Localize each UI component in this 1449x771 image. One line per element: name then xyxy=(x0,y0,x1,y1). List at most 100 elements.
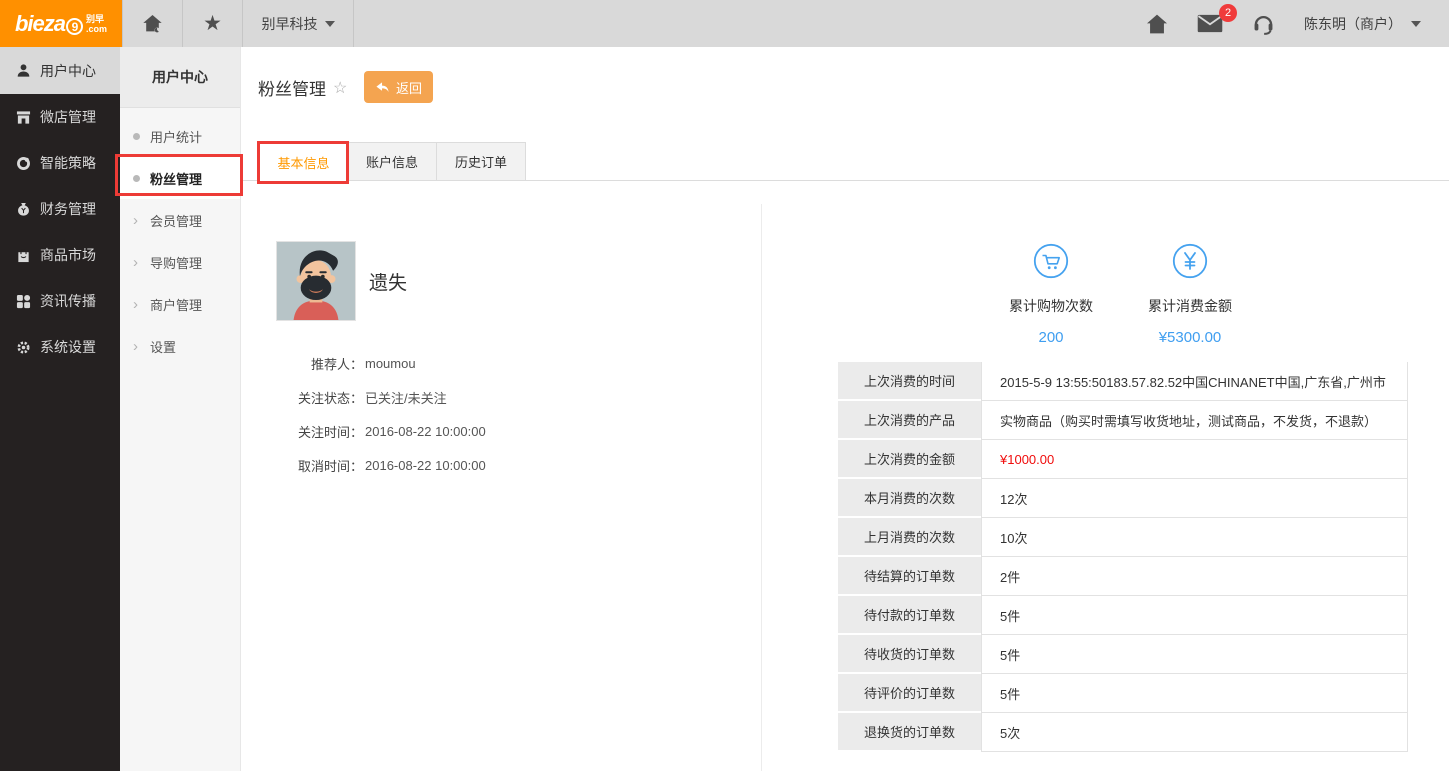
field-value: moumou xyxy=(365,355,416,371)
stat-value: ¥5300.00 xyxy=(1158,329,1222,346)
gear-icon xyxy=(17,341,30,353)
grid-icon xyxy=(16,294,31,308)
fan-fields: 推荐人： moumou 关注状态： 已关注/未关注 关注时间： 2016-08-… xyxy=(241,346,751,482)
table-row-label: 上次消费的时间 xyxy=(838,362,981,401)
user-name: 陈东明（商户） xyxy=(1304,15,1402,32)
submenu-item-fans-management[interactable]: 粉丝管理 xyxy=(120,157,240,199)
submenu-sidebar: 用户中心 用户统计 粉丝管理 › 会员管理 › 导购管理 › 商户管理 › 设置 xyxy=(120,47,241,771)
sidebar-item-label: 微店管理 xyxy=(40,109,96,125)
table-row: 上次消费的金额 ¥1000.00 xyxy=(838,440,1408,479)
messages-button[interactable]: 2 xyxy=(1197,4,1237,33)
chevron-right-icon: › xyxy=(133,295,138,313)
home-icon xyxy=(143,14,162,33)
chevron-right-icon: › xyxy=(133,337,138,355)
stat-total-spent: 累计消费金额 ¥5300.00 xyxy=(1120,243,1260,346)
submenu-item-label: 商户管理 xyxy=(150,297,203,313)
sidebar-item-label: 系统设置 xyxy=(40,339,96,355)
fan-name: 遗失 xyxy=(369,273,408,294)
stat-value: 200 xyxy=(1038,329,1064,346)
submenu-item-settings[interactable]: › 设置 xyxy=(120,325,240,367)
chevron-down-icon xyxy=(324,20,335,27)
tab-order-history[interactable]: 历史订单 xyxy=(437,142,526,181)
table-row: 退换货的订单数 5次 xyxy=(838,713,1408,752)
page-title: 粉丝管理 ☆ xyxy=(258,78,348,100)
favorite-star-icon[interactable]: ☆ xyxy=(333,78,347,98)
field-value: 2016-08-22 10:00:00 xyxy=(365,457,486,473)
bullet-dot-icon xyxy=(133,174,140,182)
yen-icon xyxy=(1172,243,1208,279)
headset-icon xyxy=(1254,16,1273,35)
sidebar-item-goods-market[interactable]: 商品市场 xyxy=(0,232,120,278)
logo-text: bieza xyxy=(14,10,66,36)
sidebar-item-user-center[interactable]: 用户中心 xyxy=(0,47,120,94)
main-sidebar: 用户中心 微店管理 智能策略 财务管理 商品市场 资讯传播 系统设置 xyxy=(0,47,120,771)
table-row: 本月消费的次数 12次 xyxy=(838,479,1408,518)
shopping-bag-icon xyxy=(18,248,29,262)
sidebar-item-label: 商品市场 xyxy=(40,247,96,263)
brand-label: 别早科技 xyxy=(261,15,318,32)
stat-label: 累计购物次数 xyxy=(1009,298,1093,314)
table-row-label: 待评价的订单数 xyxy=(838,674,981,713)
submenu-item-merchant-management[interactable]: › 商户管理 xyxy=(120,283,240,325)
table-row: 待收货的订单数 5件 xyxy=(838,635,1408,674)
sidebar-item-micro-store[interactable]: 微店管理 xyxy=(0,94,120,140)
sidebar-item-system-settings[interactable]: 系统设置 xyxy=(0,324,120,370)
store-icon xyxy=(16,110,31,124)
field-value: 已关注/未关注 xyxy=(365,390,447,406)
divider xyxy=(353,0,354,47)
star-icon: ★ xyxy=(203,12,222,35)
logo-com: .com xyxy=(86,23,108,34)
table-row-label: 待结算的订单数 xyxy=(838,557,981,596)
table-row: 上月消费的次数 10次 xyxy=(838,518,1408,557)
sidebar-item-smart-strategy[interactable]: 智能策略 xyxy=(0,140,120,186)
table-row-value: 5件 xyxy=(981,674,1408,713)
stats-panel: 累计购物次数 200 累计消费金额 ¥5300.00 上次消费的时间 2015-… xyxy=(763,181,1449,771)
stat-total-purchases: 累计购物次数 200 xyxy=(981,243,1121,346)
topbar: bieza 9 别早 .com ★ 别早科技 2 陈东明（商户） xyxy=(0,0,1449,47)
back-button[interactable]: 返回 xyxy=(364,71,433,103)
submenu-item-user-stats[interactable]: 用户统计 xyxy=(120,115,240,157)
table-row-value: 2015-5-9 13:55:50183.57.82.52中国CHINANET中… xyxy=(981,362,1408,401)
table-row-value: ¥1000.00 xyxy=(981,440,1408,479)
favorite-button[interactable]: ★ xyxy=(183,0,242,47)
logo[interactable]: bieza 9 别早 .com xyxy=(0,0,122,47)
table-row-label: 退换货的订单数 xyxy=(838,713,981,752)
tab-basic-info[interactable]: 基本信息 xyxy=(259,142,348,182)
table-row: 待付款的订单数 5件 xyxy=(838,596,1408,635)
field-label: 推荐人： xyxy=(310,356,363,372)
support-button[interactable] xyxy=(1252,12,1275,35)
field-label: 关注状态： xyxy=(297,390,363,406)
tab-bar: 基本信息 账户信息 历史订单 xyxy=(241,142,1449,182)
chevron-down-icon xyxy=(1411,20,1421,27)
logo-9-icon: 9 xyxy=(66,17,83,35)
table-row-value: 5次 xyxy=(981,713,1408,752)
submenu-header: 用户中心 xyxy=(120,47,240,108)
table-row: 待结算的订单数 2件 xyxy=(838,557,1408,596)
table-row-label: 待付款的订单数 xyxy=(838,596,981,635)
home-icon xyxy=(1147,14,1167,33)
submenu-item-member-management[interactable]: › 会员管理 xyxy=(120,199,240,241)
submenu-item-guide-management[interactable]: › 导购管理 xyxy=(120,241,240,283)
field-label: 取消时间： xyxy=(297,458,363,474)
message-count-badge: 2 xyxy=(1219,4,1237,22)
home-shortcut-button[interactable] xyxy=(123,0,182,47)
field-row: 关注状态： 已关注/未关注 xyxy=(241,380,751,414)
avatar xyxy=(276,241,356,321)
reply-arrow-icon xyxy=(376,81,389,92)
home-button[interactable] xyxy=(1146,14,1168,34)
field-row: 关注时间： 2016-08-22 10:00:00 xyxy=(241,414,751,448)
brand-dropdown[interactable]: 别早科技 xyxy=(243,0,353,47)
submenu-item-label: 设置 xyxy=(150,339,177,355)
sidebar-item-finance[interactable]: 财务管理 xyxy=(0,186,120,232)
sidebar-item-label: 智能策略 xyxy=(40,155,96,171)
chevron-right-icon: › xyxy=(133,211,138,229)
submenu-item-label: 会员管理 xyxy=(150,213,203,229)
sidebar-item-news-spread[interactable]: 资讯传播 xyxy=(0,278,120,324)
user-dropdown[interactable]: 陈东明（商户） xyxy=(1304,14,1421,34)
table-row: 上次消费的产品 实物商品（购买时需填写收货地址，测试商品，不发货，不退款） xyxy=(838,401,1408,440)
table-row: 上次消费的时间 2015-5-9 13:55:50183.57.82.52中国C… xyxy=(838,362,1408,401)
tab-account-info[interactable]: 账户信息 xyxy=(348,142,437,181)
chevron-right-icon: › xyxy=(133,253,138,271)
submenu-item-label: 导购管理 xyxy=(150,255,203,271)
table-row-label: 上次消费的产品 xyxy=(838,401,981,440)
